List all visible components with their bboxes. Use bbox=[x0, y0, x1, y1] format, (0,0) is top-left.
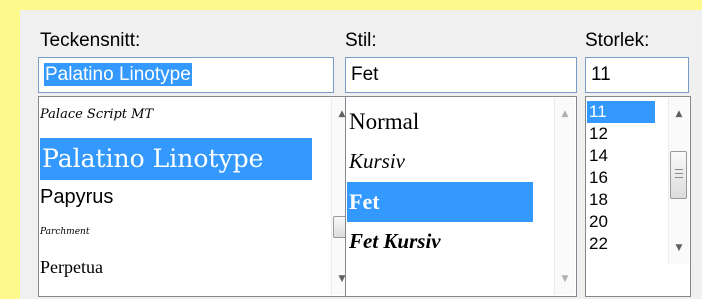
font-item-parchment[interactable]: Parchment bbox=[40, 227, 89, 237]
style-item-kursiv[interactable]: Kursiv bbox=[347, 149, 405, 174]
size-item[interactable]: 16 bbox=[587, 168, 608, 188]
size-item[interactable]: 22 bbox=[587, 234, 608, 254]
size-list-scrollbar[interactable]: ▲ ▼ bbox=[668, 98, 689, 264]
size-item[interactable]: 18 bbox=[587, 190, 608, 210]
size-item[interactable]: 11 bbox=[587, 101, 655, 123]
style-item-fet-kursiv[interactable]: Fet Kursiv bbox=[347, 229, 441, 254]
font-input[interactable]: Palatino Linotype bbox=[38, 57, 334, 93]
size-item[interactable]: 20 bbox=[587, 212, 608, 232]
thumb-grip bbox=[675, 169, 683, 170]
up-arrow-icon[interactable]: ▲ bbox=[669, 104, 689, 124]
style-label: Stil: bbox=[345, 30, 377, 51]
font-input-value: Palatino Linotype bbox=[44, 63, 192, 86]
font-item-papyrus[interactable]: Papyrus bbox=[40, 186, 113, 209]
font-dialog-panel: Teckensnitt: Palatino Linotype Palace Sc… bbox=[20, 10, 702, 299]
font-item-perpetua[interactable]: Perpetua bbox=[40, 257, 103, 278]
thumb-grip bbox=[675, 173, 683, 174]
up-arrow-icon[interactable]: ▲ bbox=[555, 104, 575, 124]
style-list[interactable]: Normal Kursiv Fet Fet Kursiv ▲ ▼ bbox=[345, 96, 577, 297]
style-item-fet[interactable]: Fet bbox=[347, 182, 533, 222]
thumb-grip bbox=[675, 177, 683, 178]
font-item-palace-script[interactable]: Palace Script MT bbox=[40, 107, 153, 122]
down-arrow-icon[interactable]: ▼ bbox=[555, 269, 575, 289]
style-list-scrollbar[interactable]: ▲ ▼ bbox=[554, 98, 575, 295]
font-list[interactable]: Palace Script MT Palatino Linotype Papyr… bbox=[38, 96, 354, 297]
size-list[interactable]: 11 12 14 16 18 20 22 ▲ ▼ bbox=[585, 96, 691, 297]
font-label: Teckensnitt: bbox=[40, 30, 141, 51]
size-item[interactable]: 14 bbox=[587, 146, 608, 166]
style-input[interactable]: Fet bbox=[345, 57, 577, 93]
size-item[interactable]: 12 bbox=[587, 124, 608, 144]
font-item-palatino-linotype[interactable]: Palatino Linotype bbox=[40, 138, 312, 180]
size-label: Storlek: bbox=[585, 30, 650, 51]
size-input[interactable]: 11 bbox=[585, 57, 689, 93]
style-item-normal[interactable]: Normal bbox=[347, 109, 419, 135]
scrollbar-thumb[interactable] bbox=[670, 151, 687, 199]
down-arrow-icon[interactable]: ▼ bbox=[669, 238, 689, 258]
